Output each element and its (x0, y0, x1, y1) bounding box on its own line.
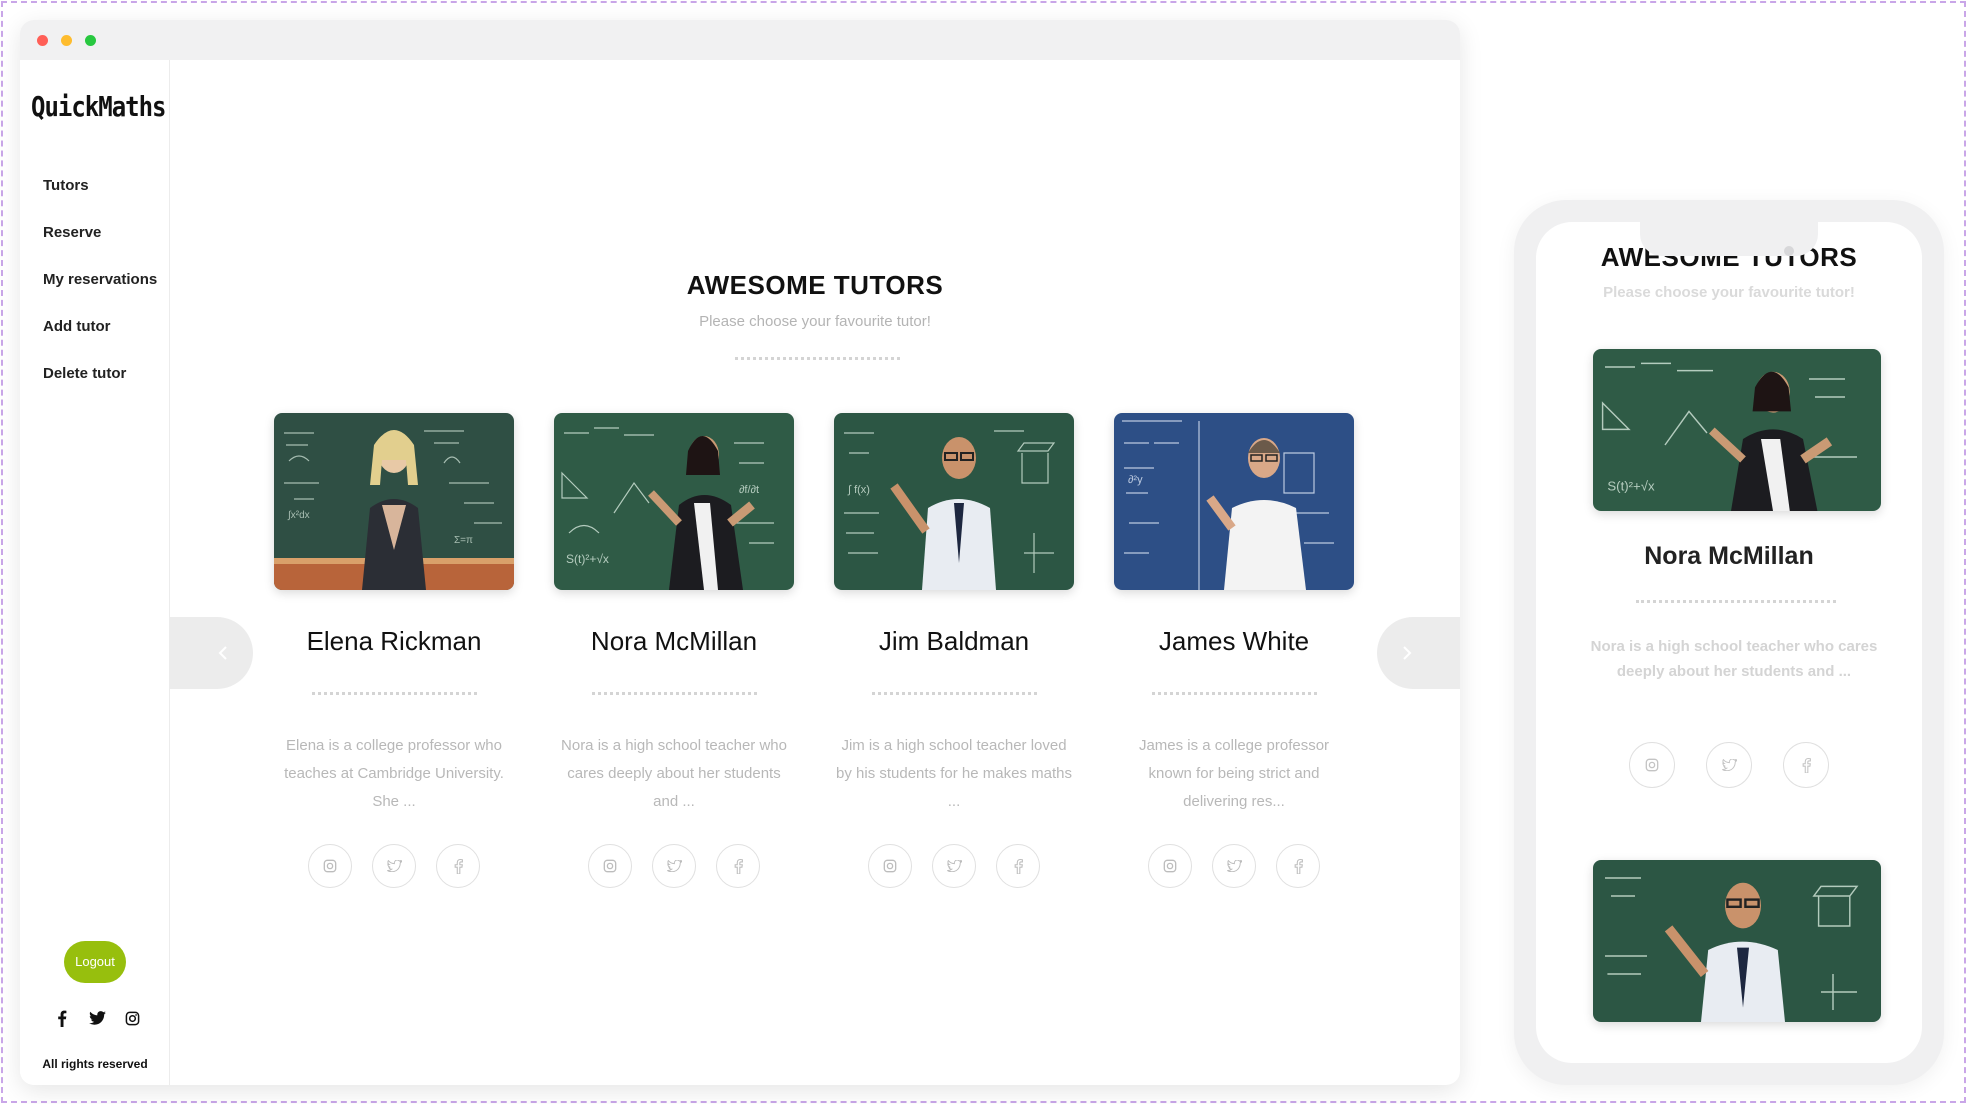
card-divider (871, 692, 1037, 695)
rights-text: All rights reserved (42, 1057, 148, 1071)
mobile-next-tutor-photo[interactable] (1593, 860, 1881, 1022)
title-divider (735, 357, 900, 360)
tutor-description: James is a college professor known for b… (1138, 737, 1330, 810)
svg-text:∫x²dx: ∫x²dx (287, 510, 310, 521)
tutor-socials (274, 844, 514, 888)
tutor-description: Jim is a high school teacher loved by hi… (836, 737, 1072, 810)
carousel-prev-button[interactable] (170, 617, 253, 689)
tutor-photo[interactable]: ∫ f(x) (834, 413, 1074, 590)
close-window-dot[interactable] (37, 35, 48, 46)
chevron-left-icon (218, 646, 227, 660)
browser-titlebar (20, 20, 1460, 60)
logout-button[interactable]: Logout (64, 941, 126, 983)
instagram-icon[interactable] (122, 1008, 142, 1028)
twitter-icon (946, 860, 962, 872)
sidebar-item-my-reservations[interactable]: My reservations (43, 269, 157, 316)
twitter-button[interactable] (932, 844, 976, 888)
mobile-tutor-name[interactable]: Nora McMillan (1536, 542, 1922, 571)
tutor-socials (1114, 844, 1354, 888)
phone-notch (1640, 222, 1818, 256)
facebook-icon (734, 858, 743, 874)
mobile-tutor-description: Nora is a high school teacher who cares … (1590, 638, 1878, 680)
tutor-description: Nora is a high school teacher who cares … (561, 737, 787, 810)
sidebar-nav: Tutors Reserve My reservations Add tutor… (43, 175, 157, 410)
tutor-photo[interactable]: ∫x²dx Σ=π (274, 413, 514, 590)
maximize-window-dot[interactable] (85, 35, 96, 46)
facebook-button[interactable] (1276, 844, 1320, 888)
facebook-icon[interactable] (52, 1008, 72, 1028)
tutor-name[interactable]: Jim Baldman (834, 626, 1074, 657)
svg-text:Σ=π: Σ=π (454, 535, 473, 546)
browser-window: QuickMaths Tutors Reserve My reservation… (20, 20, 1460, 1085)
instagram-button[interactable] (588, 844, 632, 888)
sidebar-item-delete-tutor[interactable]: Delete tutor (43, 363, 157, 410)
tutor-name[interactable]: James White (1114, 626, 1354, 657)
sidebar-item-add-tutor[interactable]: Add tutor (43, 316, 157, 363)
tutor-name[interactable]: Nora McMillan (554, 626, 794, 657)
tutor-card[interactable]: ∂²y James White James is a college profe… (1114, 413, 1354, 888)
card-divider (311, 692, 477, 695)
tutors-main: AWESOME TUTORS Please choose your favour… (170, 60, 1460, 1085)
twitter-button[interactable] (372, 844, 416, 888)
facebook-icon (1802, 757, 1811, 773)
tutor-socials (554, 844, 794, 888)
mobile-page-subtitle: Please choose your favourite tutor! (1603, 284, 1855, 301)
twitter-button[interactable] (1706, 742, 1752, 788)
minimize-window-dot[interactable] (61, 35, 72, 46)
svg-text:S(t)²+√x: S(t)²+√x (566, 552, 609, 566)
twitter-icon (1226, 860, 1242, 872)
tutor-photo[interactable]: ∂²y (1114, 413, 1354, 590)
facebook-button[interactable] (436, 844, 480, 888)
facebook-icon (1294, 858, 1303, 874)
sidebar-socials (52, 1008, 142, 1028)
sidebar-item-reserve[interactable]: Reserve (43, 222, 157, 269)
facebook-button[interactable] (716, 844, 760, 888)
svg-text:∫ f(x): ∫ f(x) (847, 484, 870, 496)
twitter-icon (1721, 759, 1737, 771)
sidebar-item-tutors[interactable]: Tutors (43, 175, 157, 222)
instagram-icon (323, 859, 337, 873)
instagram-icon (883, 859, 897, 873)
twitter-button[interactable] (1212, 844, 1256, 888)
tutor-name[interactable]: Elena Rickman (274, 626, 514, 657)
instagram-icon (1645, 758, 1659, 772)
card-divider (1151, 692, 1317, 695)
facebook-button[interactable] (1783, 742, 1829, 788)
twitter-button[interactable] (652, 844, 696, 888)
camera-dot (1784, 246, 1794, 256)
tutor-photo[interactable]: S(t)²+√x ∂f/∂t (554, 413, 794, 590)
mobile-tutor-photo[interactable]: S(t)²+√x (1593, 349, 1881, 511)
facebook-icon (454, 858, 463, 874)
svg-text:S(t)²+√x: S(t)²+√x (1607, 479, 1655, 494)
twitter-icon[interactable] (87, 1008, 107, 1028)
sidebar: QuickMaths Tutors Reserve My reservation… (20, 60, 170, 1085)
facebook-icon (1014, 858, 1023, 874)
phone-mockup: AWESOME TUTORS Please choose your favour… (1514, 200, 1944, 1085)
mobile-card-divider (1636, 600, 1836, 603)
instagram-button[interactable] (868, 844, 912, 888)
tutor-card[interactable]: S(t)²+√x ∂f/∂t Nora McMillan Nora is a h… (554, 413, 794, 888)
mobile-tutor-socials (1536, 742, 1922, 788)
tutor-card[interactable]: ∫x²dx Σ=π Elena Rickman Elena is a colle… (274, 413, 514, 888)
tutor-socials (834, 844, 1074, 888)
instagram-button[interactable] (308, 844, 352, 888)
tutor-description: Elena is a college professor who teaches… (284, 737, 504, 810)
carousel-next-button[interactable] (1377, 617, 1460, 689)
card-divider (591, 692, 757, 695)
instagram-icon (603, 859, 617, 873)
svg-text:∂f/∂t: ∂f/∂t (739, 484, 759, 496)
page-subtitle: Please choose your favourite tutor! (699, 313, 931, 330)
svg-text:∂²y: ∂²y (1128, 474, 1143, 486)
tutor-card[interactable]: ∫ f(x) Jim Baldman Jim is a high school … (834, 413, 1074, 888)
instagram-icon (1163, 859, 1177, 873)
chevron-right-icon (1403, 646, 1412, 660)
instagram-button[interactable] (1629, 742, 1675, 788)
twitter-icon (666, 860, 682, 872)
twitter-icon (386, 860, 402, 872)
facebook-button[interactable] (996, 844, 1040, 888)
phone-screen: AWESOME TUTORS Please choose your favour… (1536, 222, 1922, 1063)
app-logo[interactable]: QuickMaths (31, 91, 166, 123)
instagram-button[interactable] (1148, 844, 1192, 888)
page-title: AWESOME TUTORS (686, 270, 944, 300)
